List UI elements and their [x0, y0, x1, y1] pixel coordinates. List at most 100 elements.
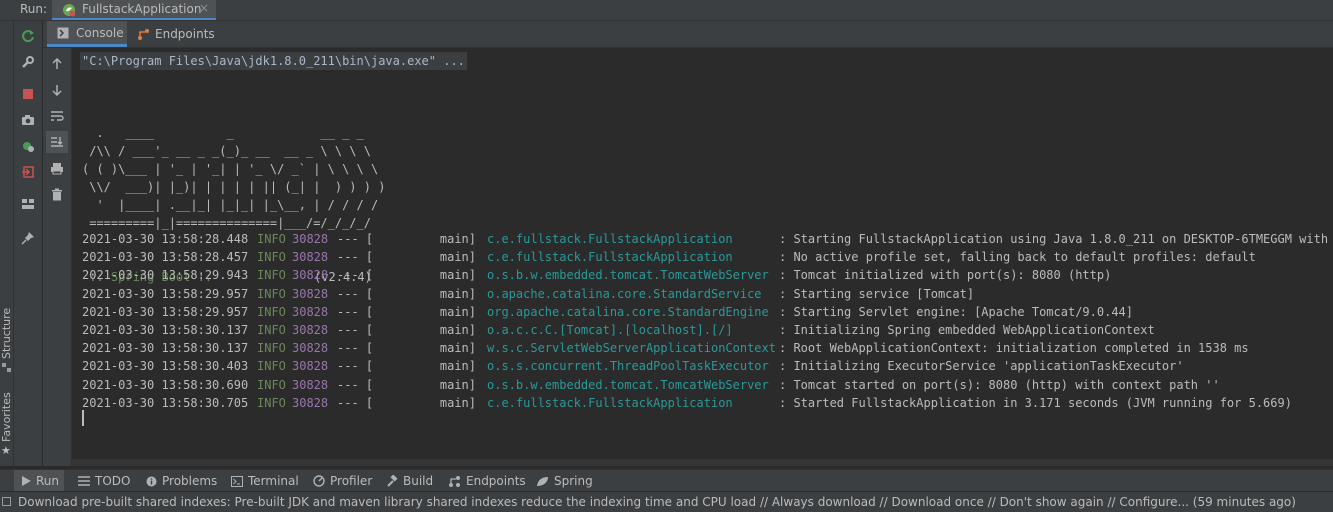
log-level: INFO: [257, 286, 286, 301]
scroll-to-end-button[interactable]: [46, 131, 68, 153]
log-thread: main]: [439, 359, 476, 374]
log-pid: 30828: [292, 377, 329, 392]
rerun-button[interactable]: [17, 25, 39, 47]
log-pid: 30828: [292, 268, 329, 283]
notification-icon[interactable]: [2, 497, 11, 506]
restore-layout-button[interactable]: [17, 193, 39, 215]
log-logger[interactable]: o.s.b.w.embedded.tomcat.TomcatWebServer: [487, 266, 769, 284]
log-logger[interactable]: c.e.fullstack.FullstackApplication: [487, 394, 733, 412]
log-timestamp: 2021-03-30 13:58:30.403: [82, 359, 249, 374]
log-message: : Starting service [Tomcat]: [779, 286, 975, 301]
log-logger[interactable]: o.apache.catalina.core.StandardService: [487, 285, 762, 303]
log-thread: main]: [439, 377, 476, 392]
log-pid: 30828: [292, 322, 329, 337]
rerun-icon: [22, 30, 34, 43]
star-icon: ★: [1, 444, 11, 457]
command-line[interactable]: "C:\Program Files\Java\jdk1.8.0_211\bin\…: [80, 52, 467, 70]
log-pid: 30828: [292, 304, 329, 319]
close-tab-icon[interactable]: ×: [199, 1, 209, 15]
tab-endpoints[interactable]: Endpoints: [131, 21, 221, 47]
log-timestamp: 2021-03-30 13:58:29.957: [82, 286, 249, 301]
log-pid: 30828: [292, 286, 329, 301]
log-level: INFO: [257, 341, 286, 356]
log-thread: main]: [439, 250, 476, 265]
hammer-icon: [387, 475, 398, 487]
log-level: INFO: [257, 395, 286, 410]
log-timestamp: 2021-03-30 13:58:29.943: [82, 268, 249, 283]
log-thread: main]: [439, 232, 476, 246]
log-thread: main]: [439, 286, 476, 301]
tab-run[interactable]: Run: [14, 470, 64, 492]
log-pid: 30828: [292, 250, 329, 265]
tab-console[interactable]: Console: [47, 21, 127, 47]
soft-wrap-button[interactable]: [46, 105, 68, 127]
log-message: : Started FullstackApplication in 3.171 …: [779, 395, 1292, 410]
exit-button[interactable]: [17, 161, 39, 183]
log-logger[interactable]: w.s.c.ServletWebServerApplicationContext: [487, 339, 776, 357]
profiler-icon: [313, 475, 325, 487]
console-toolbar: [43, 48, 72, 466]
clear-all-button[interactable]: [46, 183, 68, 205]
log-logger[interactable]: c.e.fullstack.FullstackApplication: [487, 248, 733, 266]
log-thread: main]: [439, 341, 476, 356]
debug-settings-button[interactable]: [17, 135, 39, 157]
bug-gear-icon: [23, 142, 34, 152]
previous-occurrence-button[interactable]: [46, 53, 68, 75]
log-level: INFO: [257, 304, 286, 319]
tab-build[interactable]: Build: [386, 470, 433, 492]
tab-spring[interactable]: Spring: [536, 470, 593, 492]
play-icon: [22, 476, 31, 486]
tab-endpoints-bottom[interactable]: Endpoints: [448, 470, 526, 492]
exit-icon: [22, 166, 34, 178]
tab-build-label: Build: [403, 474, 434, 488]
list-icon: [78, 476, 90, 486]
tab-profiler[interactable]: Profiler: [313, 470, 372, 492]
banner-ascii: . ____ _ __ _ _ /\\ / ___'_ __ _ _(_)_ _…: [82, 126, 386, 230]
log-message: : Root WebApplicationContext: initializa…: [779, 341, 1249, 356]
scroll-to-end-icon: [51, 137, 63, 147]
log-pid: 30828: [292, 359, 329, 374]
info-icon: [146, 476, 157, 486]
log-message: : No active profile set, falling back to…: [779, 250, 1256, 265]
modify-run-configuration-button[interactable]: [17, 51, 39, 73]
run-label: Run:: [20, 2, 48, 16]
log-level: INFO: [257, 268, 286, 283]
tab-terminal[interactable]: Terminal: [231, 470, 299, 492]
run-configuration-tab[interactable]: FullstackApplication ×: [52, 0, 216, 20]
log-timestamp: 2021-03-30 13:58:28.448: [82, 232, 249, 246]
tab-terminal-label: Terminal: [248, 474, 299, 488]
run-tool-window-header: Run: FullstackApplication ×: [0, 0, 1333, 21]
tab-problems[interactable]: Problems: [146, 470, 217, 492]
console-output[interactable]: "C:\Program Files\Java\jdk1.8.0_211\bin\…: [72, 48, 1333, 466]
left-tool-stripe: Structure Favorites ★: [0, 21, 14, 466]
log-logger[interactable]: o.a.c.c.C.[Tomcat].[localhost].[/]: [487, 321, 733, 339]
log-logger[interactable]: org.apache.catalina.core.StandardEngine: [487, 303, 769, 321]
tab-profiler-label: Profiler: [330, 474, 373, 488]
horizontal-scrollbar[interactable]: [72, 459, 1333, 466]
structure-label: Structure: [0, 307, 13, 359]
status-message[interactable]: Download pre-built shared indexes: Pre-b…: [18, 495, 1296, 509]
pin-tab-button[interactable]: [17, 227, 39, 249]
dump-threads-button[interactable]: [17, 109, 39, 131]
next-occurrence-button[interactable]: [46, 79, 68, 101]
camera-icon: [22, 115, 34, 125]
log-logger[interactable]: o.s.b.w.embedded.tomcat.TomcatWebServer: [487, 376, 769, 394]
pin-icon: [21, 232, 34, 245]
print-button[interactable]: [46, 157, 68, 179]
tab-problems-label: Problems: [162, 474, 218, 488]
soft-wrap-icon: [51, 111, 64, 121]
run-tab-label: FullstackApplication: [82, 2, 202, 16]
stop-button[interactable]: [17, 83, 39, 105]
log-logger[interactable]: o.s.s.concurrent.ThreadPoolTaskExecutor: [487, 357, 769, 375]
log-pid: 30828: [292, 232, 329, 246]
tab-todo[interactable]: TODO: [78, 470, 130, 492]
status-bar: Download pre-built shared indexes: Pre-b…: [0, 491, 1333, 512]
tool-window-bar: Run TODO Problems Terminal Profiler Buil…: [0, 469, 1333, 492]
log-logger[interactable]: c.e.fullstack.FullstackApplication: [487, 230, 733, 248]
log-level: INFO: [257, 377, 286, 392]
log-timestamp: 2021-03-30 13:58:28.457: [82, 250, 249, 265]
endpoints-icon: [138, 28, 149, 40]
log-thread: main]: [439, 268, 476, 283]
stop-icon: [23, 89, 33, 99]
tab-endpoints-bottom-label: Endpoints: [466, 474, 526, 488]
